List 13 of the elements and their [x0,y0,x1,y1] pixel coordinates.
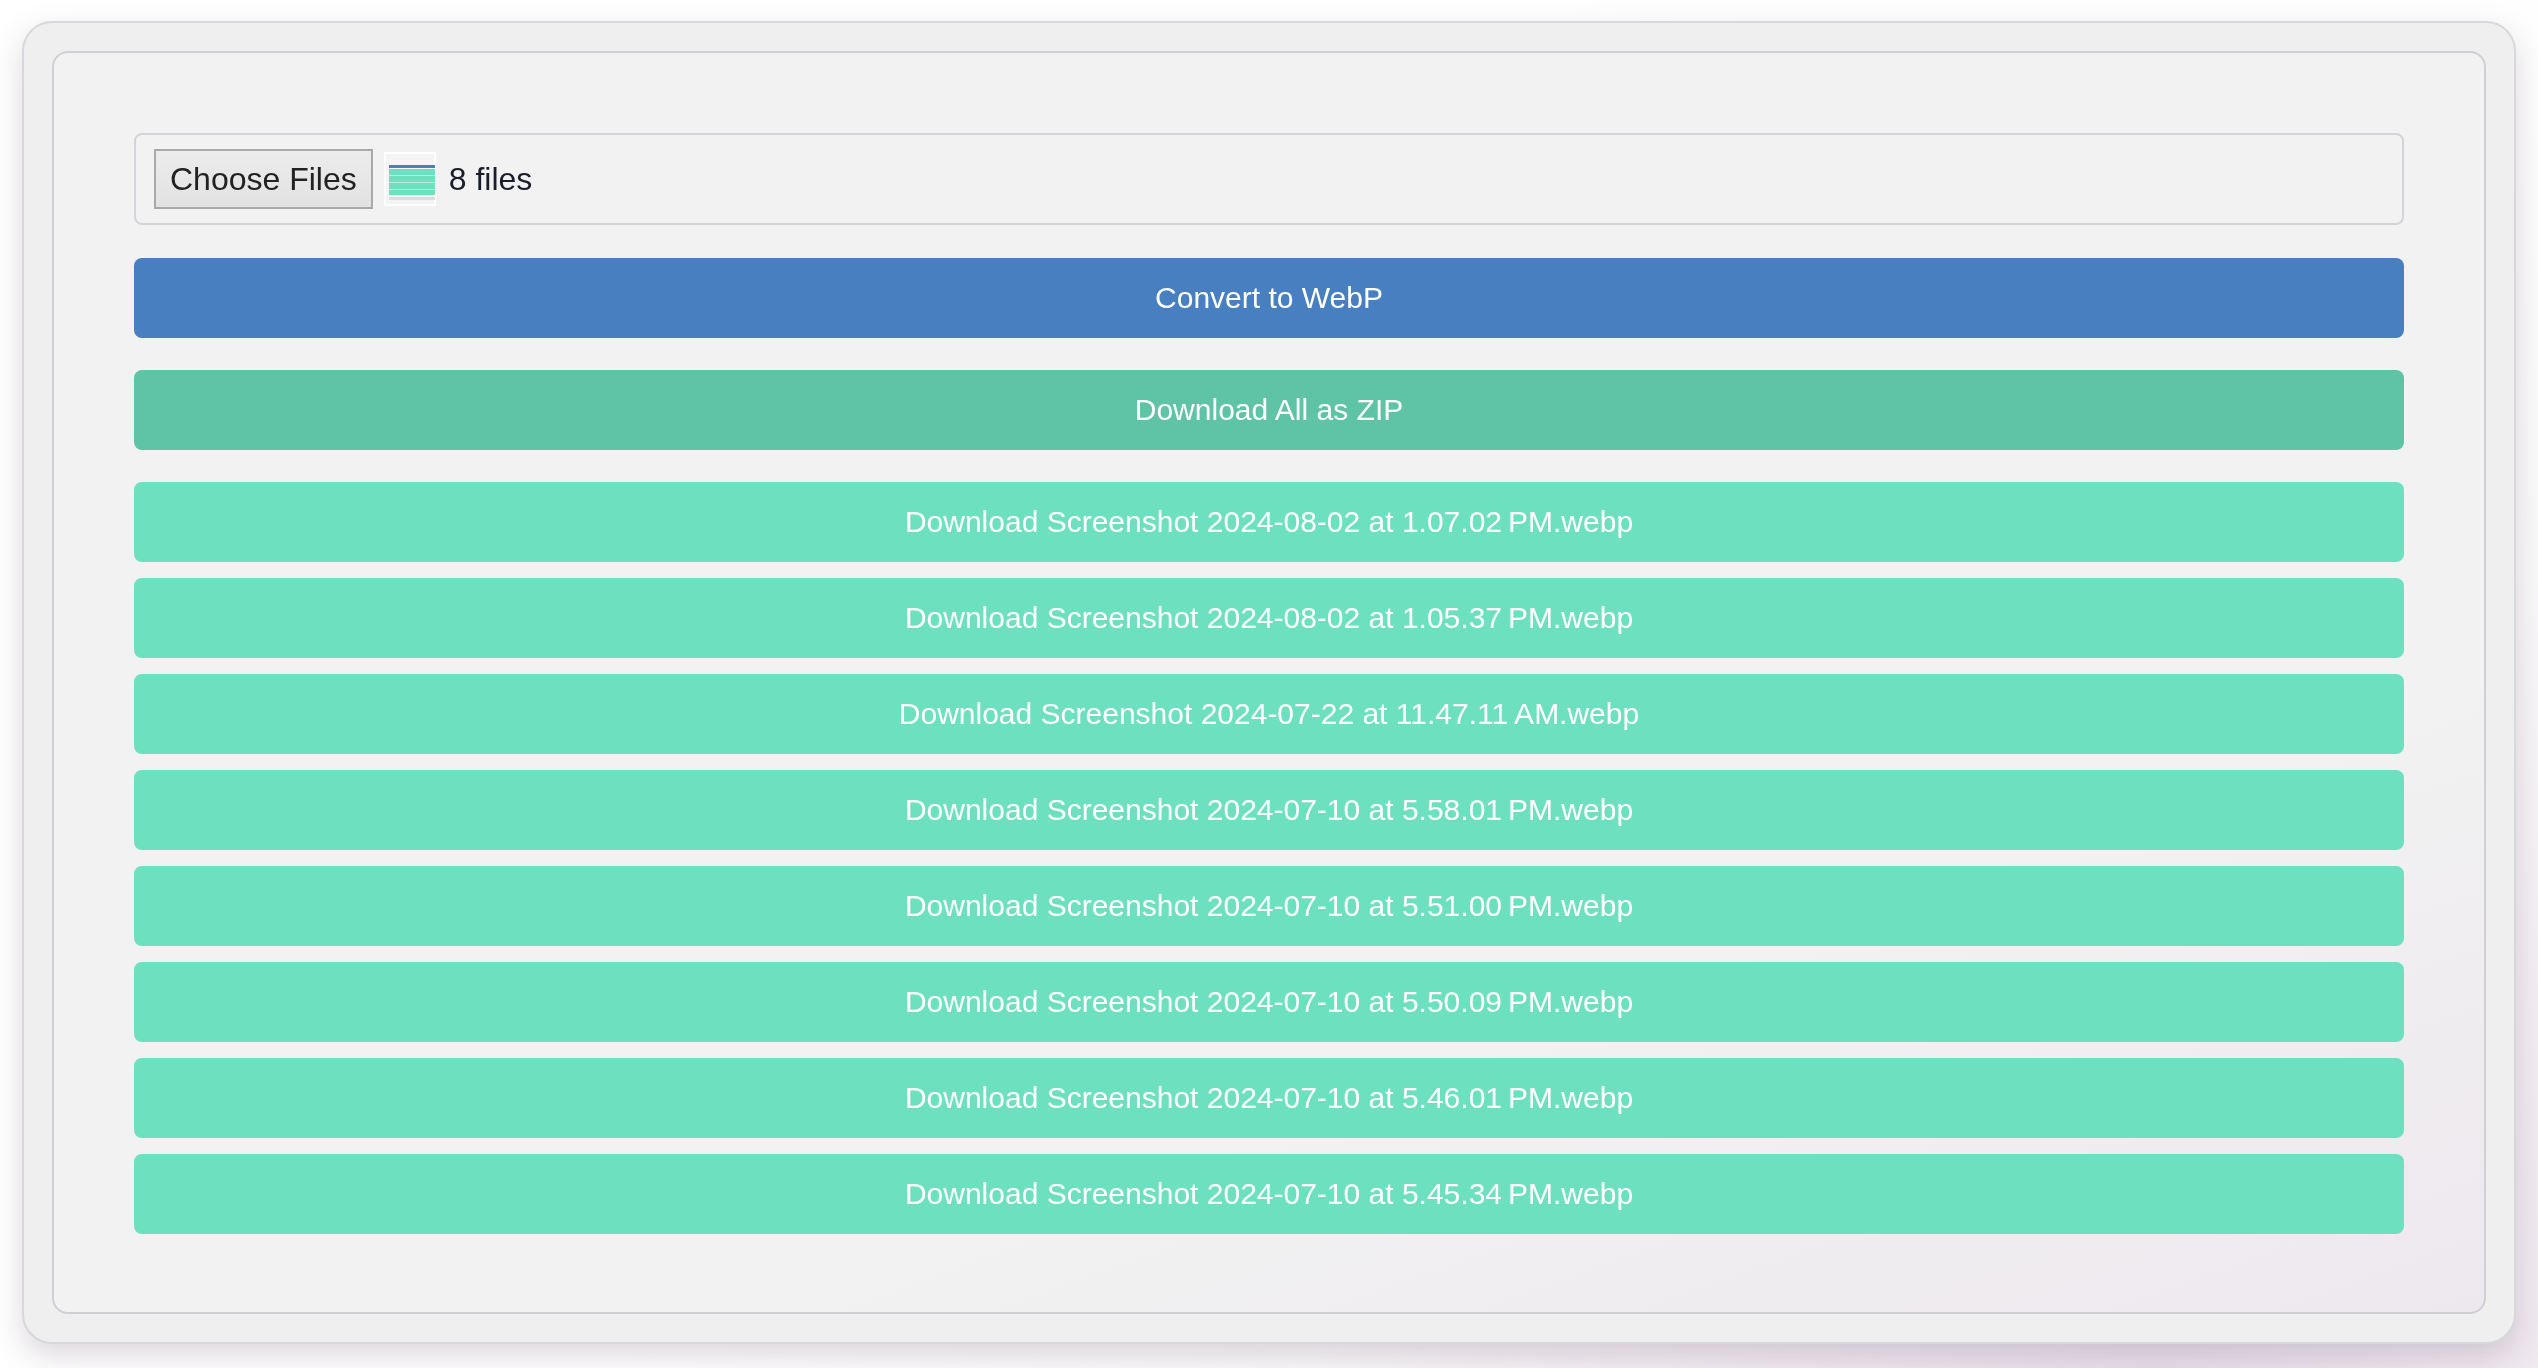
convert-button[interactable]: Convert to WebP [134,258,2404,338]
download-file-button[interactable]: Download Screenshot 2024-07-10 at 5.46.01 PM.webp [134,1058,2404,1138]
download-file-button[interactable]: Download Screenshot 2024-07-10 at 5.50.09 PM.webp [134,962,2404,1042]
download-file-button[interactable]: Download Screenshot 2024-07-22 at 11.47.11 AM.webp [134,674,2404,754]
download-file-button[interactable]: Download Screenshot 2024-07-10 at 5.58.01 PM.webp [134,770,2404,850]
image-thumbnail-icon [382,151,439,207]
download-file-button[interactable]: Download Screenshot 2024-07-10 at 5.51.00 PM.webp [134,866,2404,946]
download-zip-button[interactable]: Download All as ZIP [134,370,2404,450]
download-file-button[interactable]: Download Screenshot 2024-08-02 at 1.07.02 PM.webp [134,482,2404,562]
choose-files-button[interactable]: Choose Files [154,149,373,209]
download-file-button[interactable]: Download Screenshot 2024-07-10 at 5.45.34 PM.webp [134,1154,2404,1234]
download-file-button[interactable]: Download Screenshot 2024-08-02 at 1.05.37 PM.webp [134,578,2404,658]
file-count: 8 files [448,160,533,198]
